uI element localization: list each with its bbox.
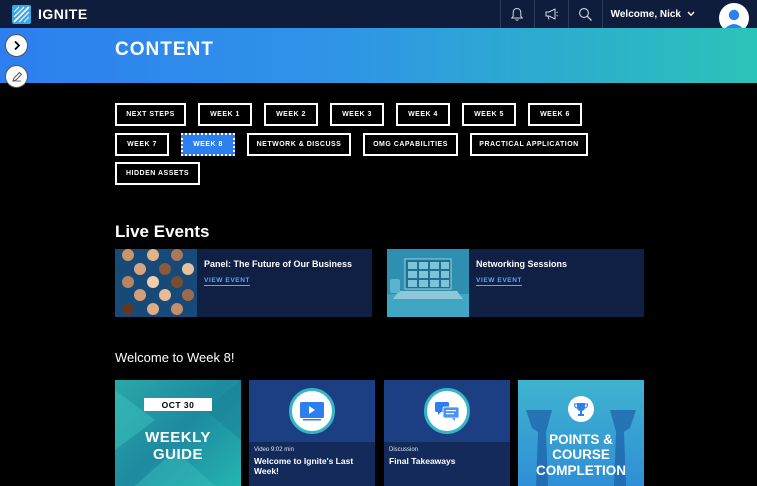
expand-sidebar-button[interactable] xyxy=(5,34,28,57)
logo[interactable]: IGNITE xyxy=(12,4,88,24)
event-title: Networking Sessions xyxy=(476,259,568,269)
page-title: CONTENT xyxy=(115,39,214,60)
event-title: Panel: The Future of Our Business xyxy=(204,259,353,269)
tile-meta: Discussion xyxy=(389,447,419,453)
tab-week-3[interactable]: WEEK 3 xyxy=(330,103,384,126)
top-nav-bar: IGNITE Welcome, Nick xyxy=(0,0,757,33)
tile-title: Final Takeaways xyxy=(389,456,456,466)
live-events-heading: Live Events xyxy=(115,222,210,241)
tile-welcome-video[interactable]: Video 9:02 min Welcome to Ignite's Last … xyxy=(249,380,375,486)
tab-network-discuss[interactable]: NETWORK & DISCUSS xyxy=(247,133,351,156)
tile-heading-line1: POINTS & xyxy=(549,432,613,447)
ignite-logo-icon xyxy=(12,4,31,24)
tab-week-6[interactable]: WEEK 6 xyxy=(528,103,582,126)
chevron-down-icon xyxy=(687,11,695,17)
discussion-chat-icon xyxy=(424,388,470,434)
notifications-button[interactable] xyxy=(499,0,534,28)
event-card-panel[interactable]: Panel: The Future of Our Business VIEW E… xyxy=(115,249,372,317)
tile-title: Welcome to Ignite's Last Week! xyxy=(254,456,354,476)
networking-laptop-image xyxy=(387,249,469,317)
trophy-icon xyxy=(568,396,594,422)
tile-final-takeaways[interactable]: Discussion Final Takeaways xyxy=(384,380,510,486)
chevron-right-icon xyxy=(13,40,20,51)
panel-participants-image xyxy=(115,249,197,317)
search-icon xyxy=(578,7,592,21)
tile-meta: Video 9:02 min xyxy=(254,447,294,453)
tab-practical-application[interactable]: PRACTICAL APPLICATION xyxy=(470,133,588,156)
page-banner: CONTENT xyxy=(0,28,757,83)
tile-heading-line2: GUIDE xyxy=(152,446,203,463)
announcements-button[interactable] xyxy=(533,0,568,28)
tile-heading-line2: COURSE xyxy=(552,447,610,462)
tile-heading-line3: COMPLETION xyxy=(536,463,626,478)
event-card-networking[interactable]: Networking Sessions VIEW EVENT xyxy=(387,249,644,317)
tab-week-8[interactable]: WEEK 8 xyxy=(181,133,235,156)
view-event-link[interactable]: VIEW EVENT xyxy=(476,277,523,286)
welcome-text: Welcome, Nick xyxy=(610,8,681,20)
tab-week-2[interactable]: WEEK 2 xyxy=(264,103,318,126)
view-event-link[interactable]: VIEW EVENT xyxy=(204,277,251,286)
user-menu[interactable]: Welcome, Nick xyxy=(601,0,705,28)
logo-text: IGNITE xyxy=(38,6,88,22)
bell-icon xyxy=(510,7,524,21)
tab-week-4[interactable]: WEEK 4 xyxy=(396,103,450,126)
pencil-icon xyxy=(11,71,22,82)
week-section-heading: Welcome to Week 8! xyxy=(115,350,235,365)
tile-heading-line1: WEEKLY xyxy=(145,429,211,446)
edit-button[interactable] xyxy=(5,65,28,88)
tab-omg-capabilities[interactable]: OMG CAPABILITIES xyxy=(363,133,458,156)
search-button[interactable] xyxy=(567,0,602,28)
date-badge: OCT 30 xyxy=(144,398,212,411)
tile-points-completion[interactable]: POINTS & COURSE COMPLETION xyxy=(518,380,644,486)
tile-weekly-guide[interactable]: OCT 30 WEEKLY GUIDE xyxy=(115,380,241,486)
tab-week-5[interactable]: WEEK 5 xyxy=(462,103,516,126)
tab-week-1[interactable]: WEEK 1 xyxy=(198,103,252,126)
tab-hidden-assets[interactable]: HIDDEN ASSETS xyxy=(115,162,200,185)
tab-next-steps[interactable]: NEXT STEPS xyxy=(115,103,186,126)
tab-week-7[interactable]: WEEK 7 xyxy=(115,133,169,156)
video-play-icon xyxy=(289,388,335,434)
megaphone-icon xyxy=(545,8,558,20)
